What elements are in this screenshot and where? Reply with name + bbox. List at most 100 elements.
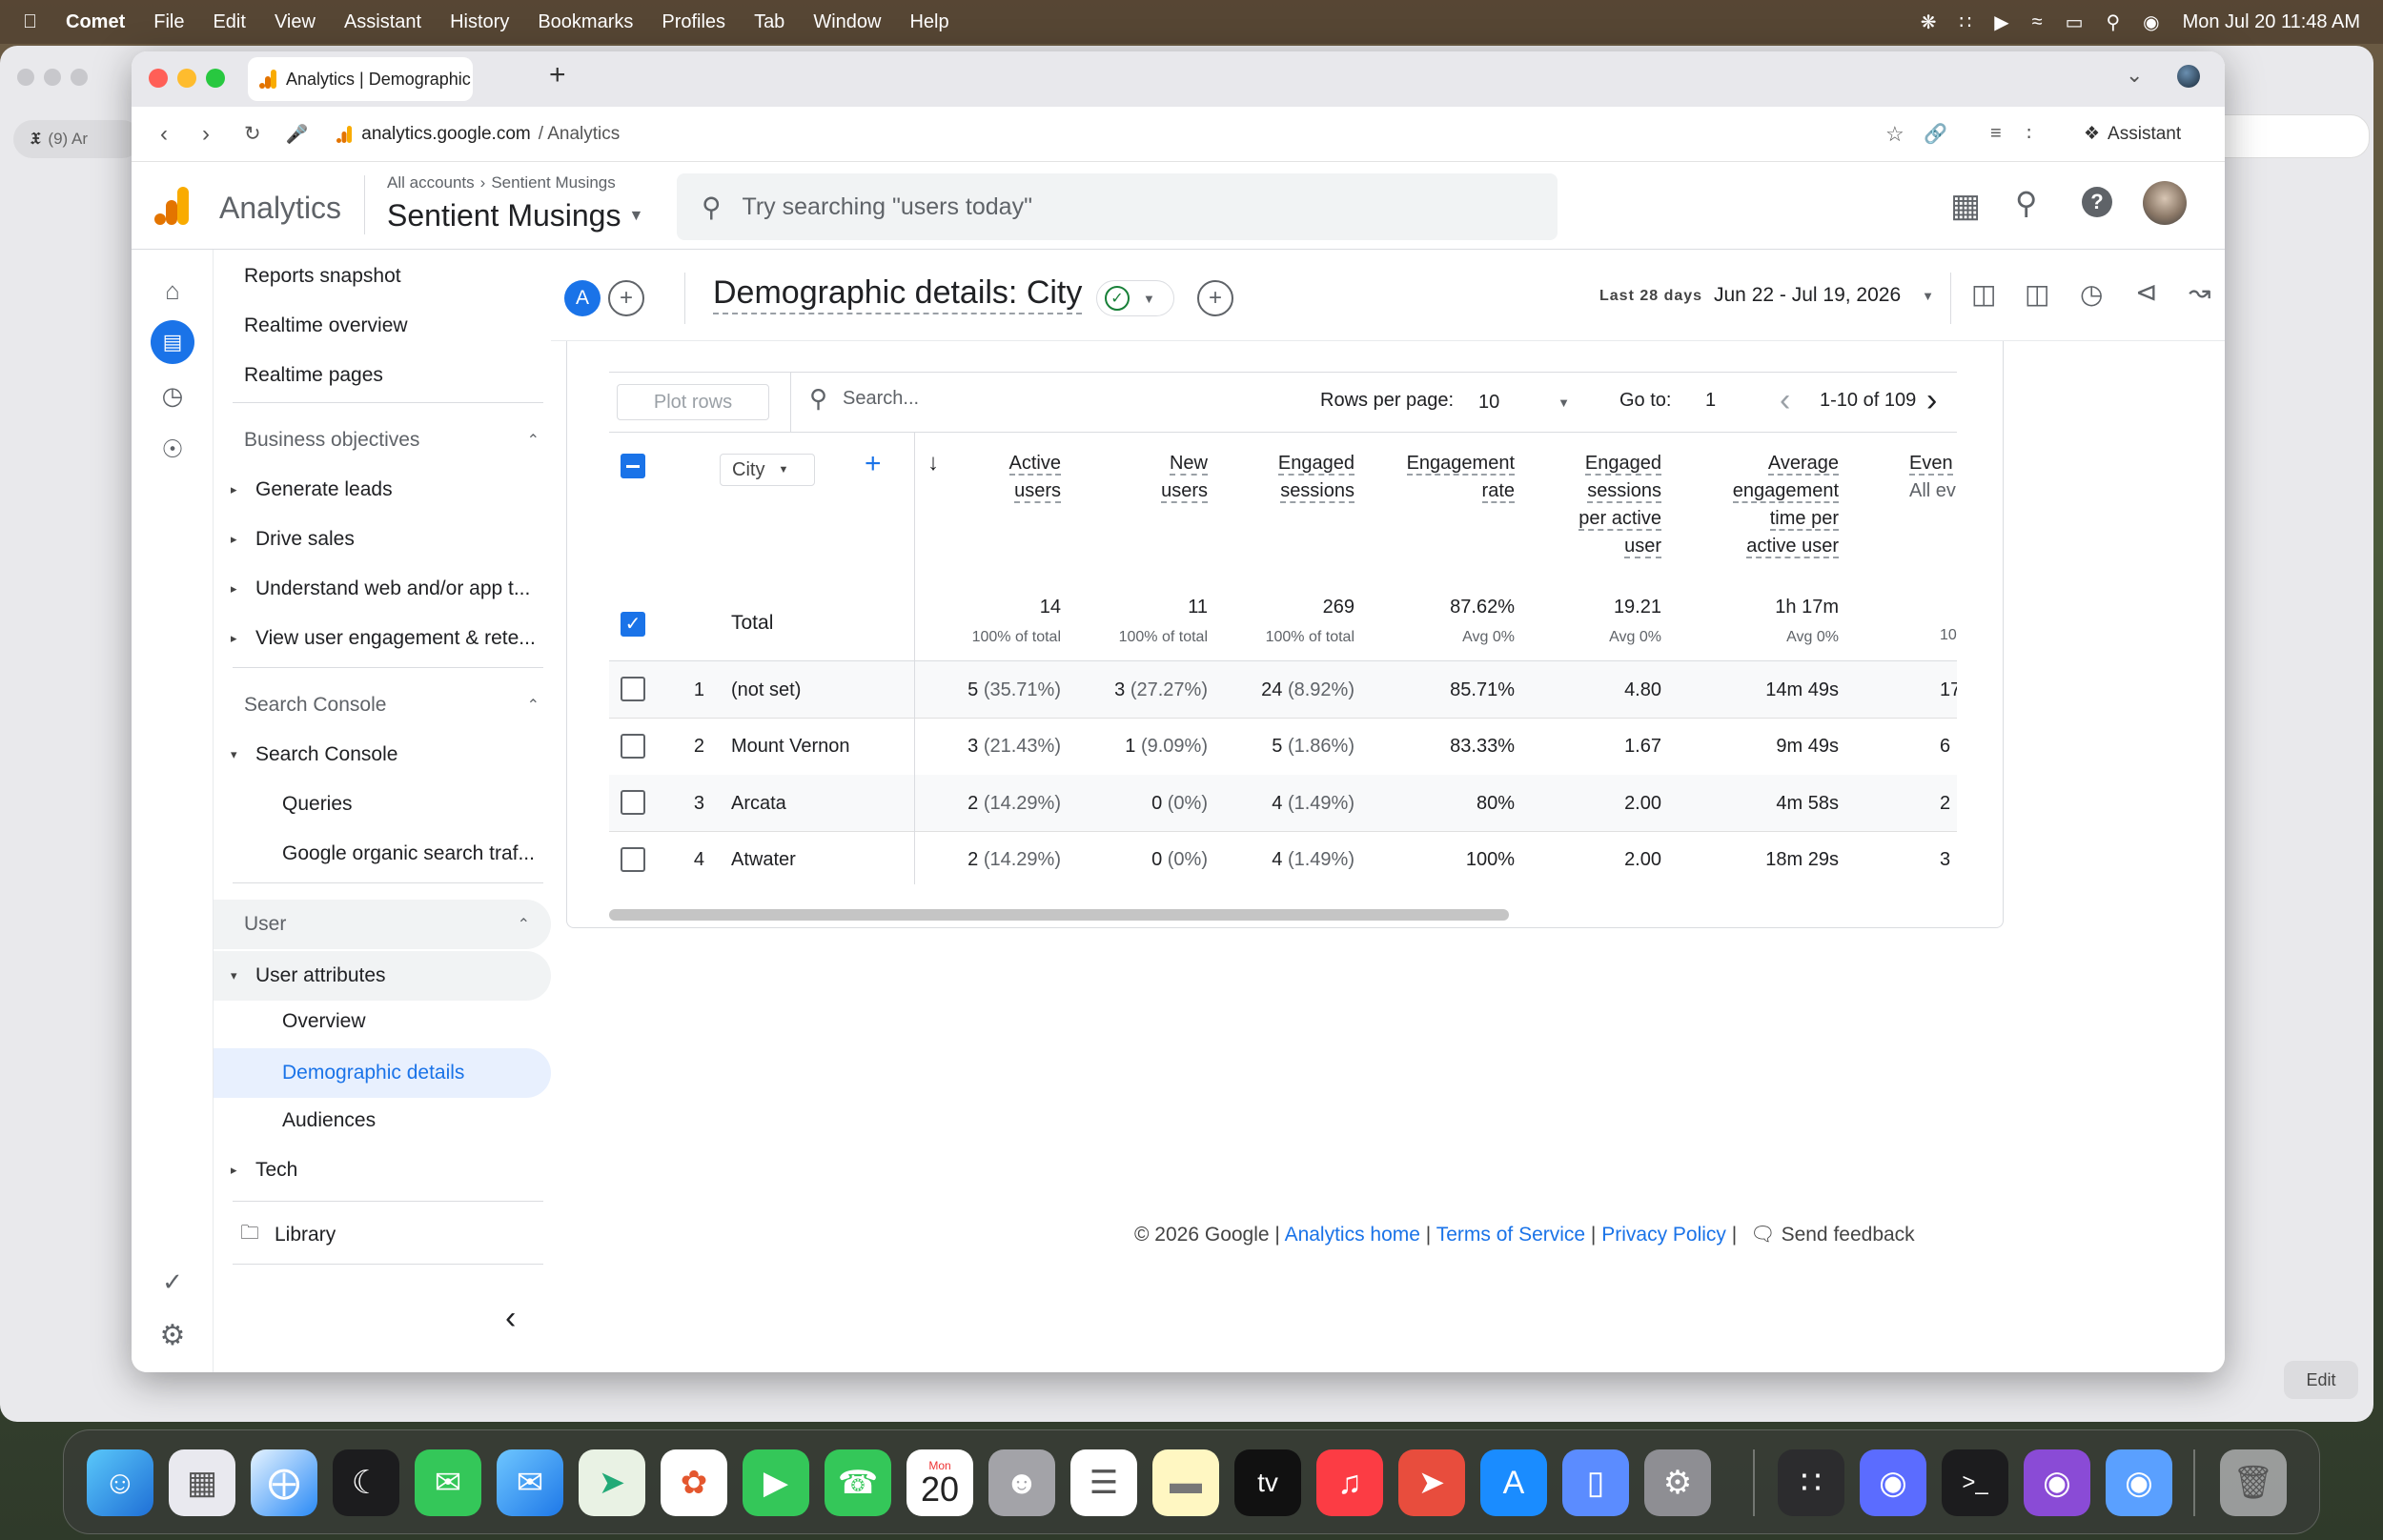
chat-app-icon[interactable]: ◉ <box>1860 1449 1926 1516</box>
explore-icon[interactable]: ◷ <box>151 374 194 417</box>
app-store-icon[interactable]: A <box>1480 1449 1547 1516</box>
reload-icon[interactable]: ↻ <box>244 122 261 146</box>
sort-desc-arrow-icon[interactable]: ↓ <box>927 450 939 476</box>
photos-icon[interactable]: ✿ <box>661 1449 727 1516</box>
tab-analytics[interactable]: Analytics | Demographic det <box>248 57 473 101</box>
url-path[interactable]: / Analytics <box>539 124 621 145</box>
back-icon[interactable]: ‹ <box>160 121 168 148</box>
trend-sparkle-icon[interactable]: ↝ <box>2189 276 2210 308</box>
nav-user-attributes[interactable]: ▾ User attributes <box>214 951 551 1001</box>
row-city[interactable]: (not set) <box>731 661 903 719</box>
breadcrumb-account[interactable]: Sentient Musings <box>491 173 615 192</box>
profile-orb-icon[interactable] <box>2177 65 2200 88</box>
new-tab-button[interactable]: + <box>549 59 566 91</box>
reader-icon[interactable]: ≡ <box>1990 123 2002 145</box>
menu-assistant[interactable]: Assistant <box>344 11 421 33</box>
battery-icon[interactable]: ▭ <box>2066 10 2084 34</box>
menu-tab[interactable]: Tab <box>754 11 784 33</box>
apple-tv-icon[interactable]: tv <box>1234 1449 1301 1516</box>
col-engaged-sessions-per-user[interactable]: Engaged sessions per active user <box>1518 450 1661 560</box>
nav-audiences[interactable]: Audiences <box>282 1102 376 1140</box>
row-checkbox[interactable] <box>621 733 645 759</box>
spotlight-search-icon[interactable]: ⚲ <box>2106 10 2120 34</box>
report-title[interactable]: Demographic details: City <box>713 273 1083 314</box>
reports-icon[interactable]: ▤ <box>151 320 194 364</box>
nav-library[interactable]: 🗀 Library <box>240 1216 336 1254</box>
nav-section-user[interactable]: User ⌃ <box>214 900 551 949</box>
prev-page-icon[interactable]: ‹ <box>1780 382 1790 419</box>
github-desktop-icon[interactable]: ◉ <box>2024 1449 2090 1516</box>
grid-status-icon[interactable]: ∷ <box>1959 10 1971 34</box>
system-settings-icon[interactable]: ⚙ <box>1644 1449 1711 1516</box>
simulator-icon[interactable]: ▯ <box>1562 1449 1629 1516</box>
row-city[interactable]: Mount Vernon <box>731 719 903 776</box>
row-checkbox[interactable] <box>621 677 645 701</box>
menu-profiles[interactable]: Profiles <box>662 11 725 33</box>
microphone-icon[interactable]: 🎤 <box>286 123 309 146</box>
breadcrumb[interactable]: All accounts › Sentient Musings <box>387 173 616 192</box>
home-icon[interactable]: ⌂ <box>151 269 194 313</box>
tab-list-chevron-icon[interactable]: ⌄ <box>2126 63 2143 88</box>
nav-tech[interactable]: ▸ Tech <box>231 1151 297 1189</box>
compare-columns-icon[interactable]: ◫ <box>2025 278 2049 310</box>
dimension-selector[interactable]: City ▼ <box>720 454 815 486</box>
url-domain[interactable]: analytics.google.com <box>361 124 530 145</box>
add-filter-icon[interactable]: + <box>1197 280 1233 316</box>
messages-icon[interactable]: ✉ <box>415 1449 481 1516</box>
admin-check-icon[interactable]: ✓ <box>151 1260 194 1304</box>
help-icon[interactable]: ? <box>2082 187 2112 217</box>
footer-terms[interactable]: Terms of Service <box>1436 1224 1585 1246</box>
horizontal-scrollbar[interactable] <box>609 909 1509 921</box>
nav-google-organic[interactable]: Google organic search traf... <box>282 835 541 873</box>
nav-realtime-overview[interactable]: Realtime overview <box>244 307 408 345</box>
disk-utility-icon[interactable]: ◉ <box>2106 1449 2172 1516</box>
contacts-icon[interactable]: ☻ <box>988 1449 1055 1516</box>
add-comparison-icon[interactable]: + <box>608 280 644 316</box>
footer-privacy[interactable]: Privacy Policy <box>1601 1224 1726 1246</box>
select-all-checkbox[interactable] <box>621 454 645 478</box>
advertising-icon[interactable]: ☉ <box>151 427 194 471</box>
nav-generate-leads[interactable]: ▸ Generate leads <box>231 471 541 509</box>
mail-icon[interactable]: ✉ <box>497 1449 563 1516</box>
nav-understand-traffic[interactable]: ▸ Understand web and/or app t... <box>231 570 541 608</box>
minimize-window-button[interactable] <box>177 69 196 88</box>
music-icon[interactable]: ♫ <box>1316 1449 1383 1516</box>
nav-drive-sales[interactable]: ▸ Drive sales <box>231 520 541 558</box>
comet-icon[interactable]: ☾ <box>333 1449 399 1516</box>
analytics-logo-icon[interactable] <box>154 187 189 225</box>
date-range-picker[interactable]: Jun 22 - Jul 19, 2026 ▼ <box>1714 284 1934 307</box>
nav-search-console-group[interactable]: ▾ Search Console <box>231 736 397 774</box>
annotation-icon[interactable]: ◫ <box>1971 278 1996 310</box>
footer-send-feedback[interactable]: Send feedback <box>1782 1224 1915 1246</box>
safari-icon[interactable]: ⨁ <box>251 1449 317 1516</box>
menu-app-name[interactable]: Comet <box>66 11 125 33</box>
assistant-button[interactable]: ❖ Assistant <box>2084 123 2181 145</box>
phone-icon[interactable]: ☎ <box>825 1449 891 1516</box>
launchpad-icon[interactable]: ▦ <box>169 1449 235 1516</box>
wifi-icon[interactable]: ≈ <box>2032 11 2043 33</box>
breadcrumb-root[interactable]: All accounts <box>387 173 475 192</box>
reminders-icon[interactable]: ☰ <box>1070 1449 1137 1516</box>
col-engagement-rate[interactable]: Engagement rate <box>1372 450 1515 505</box>
control-center-icon[interactable]: ◉ <box>2143 10 2159 34</box>
search-insights-icon[interactable]: ⚲ <box>2015 185 2037 221</box>
collapse-nav-icon[interactable]: ‹ <box>505 1300 516 1337</box>
menu-file[interactable]: File <box>153 11 184 33</box>
ga-search-bar[interactable]: ⚲ Try searching "users today" <box>677 173 1558 240</box>
facetime-icon[interactable]: ▶ <box>743 1449 809 1516</box>
play-status-icon[interactable]: ▶ <box>1994 10 2008 34</box>
menu-window[interactable]: Window <box>813 11 881 33</box>
nav-reports-snapshot[interactable]: Reports snapshot <box>244 257 401 295</box>
goto-input[interactable]: 1 <box>1705 390 1716 412</box>
finder-icon[interactable]: ☺ <box>87 1449 153 1516</box>
nav-queries[interactable]: Queries <box>282 785 353 823</box>
apple-menu-icon[interactable]:  <box>23 11 37 33</box>
menu-bookmarks[interactable]: Bookmarks <box>538 11 633 33</box>
footer-analytics-home[interactable]: Analytics home <box>1285 1224 1420 1246</box>
bookmark-star-icon[interactable]: ☆ <box>1885 122 1904 147</box>
menu-help[interactable]: Help <box>909 11 948 33</box>
plot-rows-button[interactable]: Plot rows <box>617 384 769 420</box>
row-city[interactable]: Arcata <box>731 775 903 832</box>
calendar-icon[interactable]: Mon 20 <box>906 1449 973 1516</box>
menu-edit[interactable]: Edit <box>213 11 245 33</box>
